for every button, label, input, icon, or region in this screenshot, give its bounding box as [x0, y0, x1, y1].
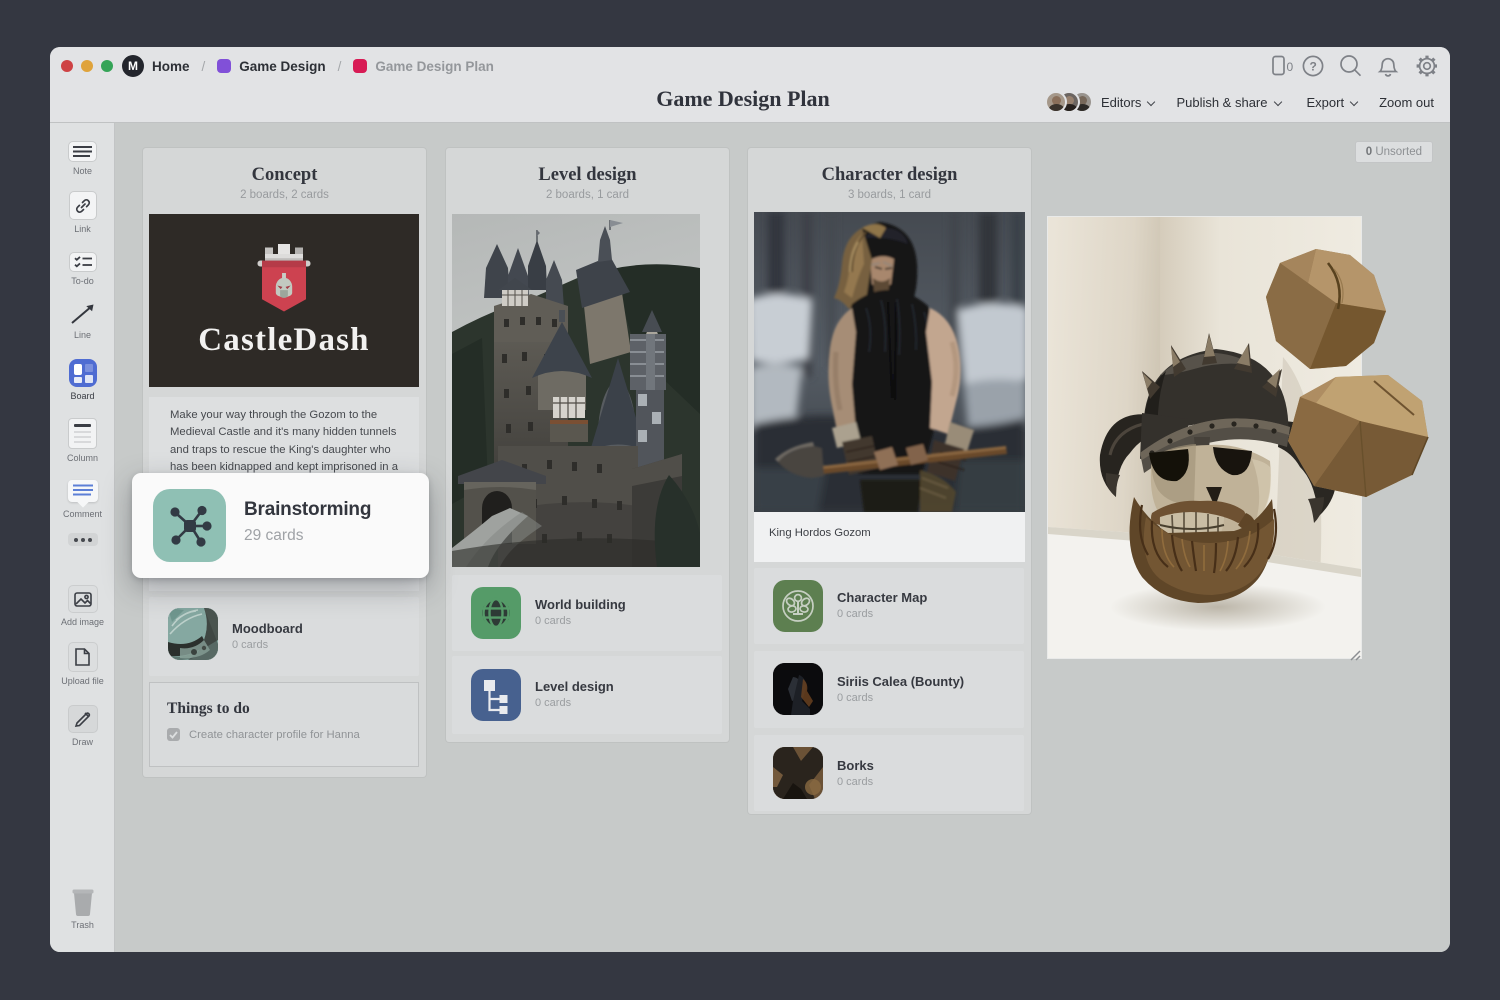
svg-text:0: 0 — [1287, 60, 1294, 74]
svg-text:CastleDash: CastleDash — [198, 322, 370, 358]
svg-text:?: ? — [1310, 60, 1317, 74]
